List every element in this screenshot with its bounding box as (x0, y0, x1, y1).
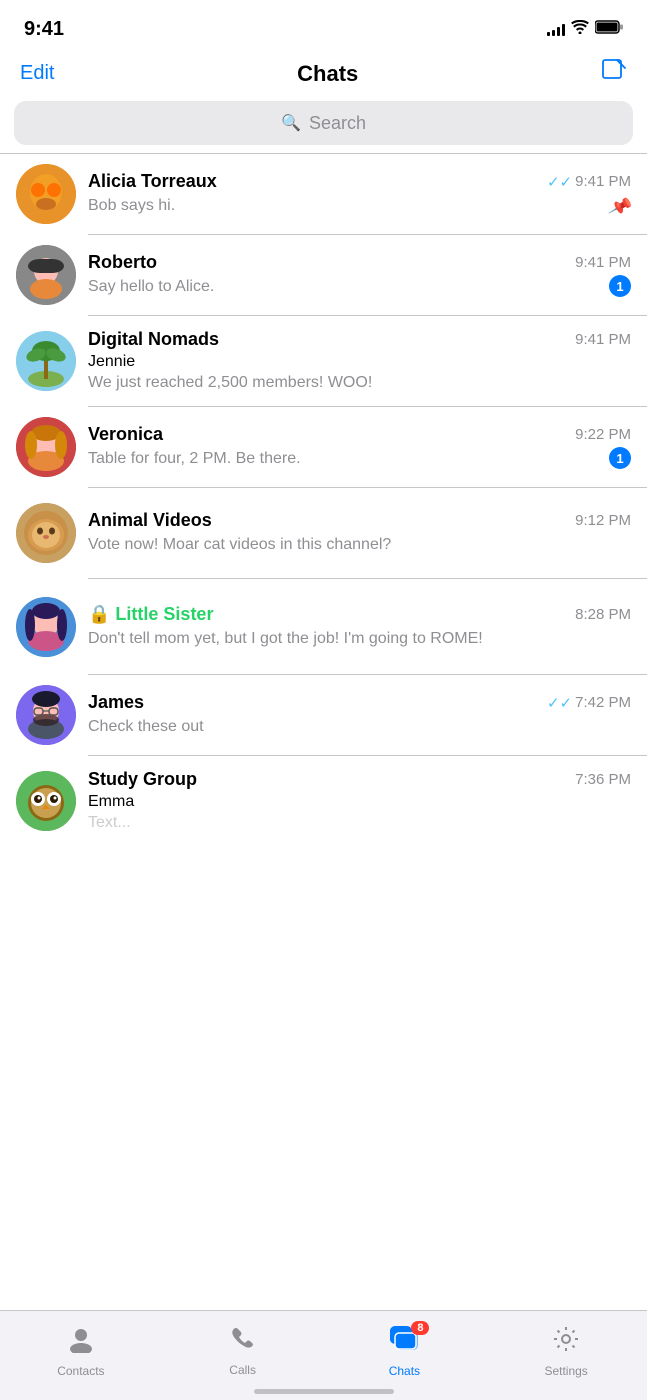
chat-preview: Text... (88, 812, 631, 834)
compose-button[interactable] (601, 58, 627, 89)
header: Edit Chats (0, 52, 647, 101)
search-bar[interactable]: 🔍 Search (14, 101, 633, 145)
chat-name: Animal Videos (88, 510, 212, 531)
search-icon: 🔍 (281, 113, 301, 133)
chat-time: ✓✓ 9:41 PM (547, 173, 631, 191)
chat-preview: We just reached 2,500 members! WOO! (88, 372, 631, 394)
chat-time: 9:41 PM (575, 331, 631, 348)
chat-preview: Say hello to Alice. (88, 276, 631, 298)
chat-content: Digital Nomads 9:41 PM Jennie We just re… (88, 329, 631, 394)
unread-badge: 1 (609, 447, 631, 469)
chat-time: ✓✓ 7:42 PM (547, 694, 631, 712)
chat-content: James ✓✓ 7:42 PM Check these out (88, 692, 631, 738)
chat-sender: Emma (88, 793, 631, 811)
tab-calls[interactable]: Calls (162, 1311, 324, 1384)
tab-contacts-label: Contacts (57, 1364, 104, 1378)
chat-header: Veronica 9:22 PM (88, 424, 631, 445)
chat-time: 9:41 PM (575, 254, 631, 271)
chat-preview: Table for four, 2 PM. Be there. (88, 448, 631, 470)
chat-header: Study Group 7:36 PM (88, 769, 631, 790)
chat-header: James ✓✓ 7:42 PM (88, 692, 631, 713)
avatar (16, 685, 76, 745)
avatar (16, 164, 76, 224)
chat-name: Digital Nomads (88, 329, 219, 350)
search-placeholder: Search (309, 113, 366, 134)
chat-preview: Vote now! Moar cat videos in this channe… (88, 534, 631, 556)
chat-header: 🔒 Little Sister 8:28 PM (88, 604, 631, 625)
avatar (16, 771, 76, 831)
list-item[interactable]: Veronica 9:22 PM Table for four, 2 PM. B… (0, 407, 647, 487)
chat-list: Alicia Torreaux ✓✓ 9:41 PM Bob says hi. … (0, 154, 647, 846)
read-receipt-icon: ✓✓ (547, 694, 572, 712)
chat-name: Roberto (88, 252, 157, 273)
tab-settings[interactable]: Settings (485, 1311, 647, 1384)
chats-icon-wrap: 8 (389, 1325, 419, 1360)
chat-preview: Bob says hi. (88, 195, 631, 217)
chat-content: Alicia Torreaux ✓✓ 9:41 PM Bob says hi. (88, 171, 631, 217)
list-item[interactable]: Study Group 7:36 PM Emma Text... (0, 756, 647, 846)
chat-header: Alicia Torreaux ✓✓ 9:41 PM (88, 171, 631, 192)
chat-content: Study Group 7:36 PM Emma Text... (88, 769, 631, 834)
list-item[interactable]: Roberto 9:41 PM Say hello to Alice. 1 (0, 235, 647, 315)
chat-time: 9:12 PM (575, 512, 631, 529)
avatar (16, 503, 76, 563)
chat-header: Roberto 9:41 PM (88, 252, 631, 273)
status-bar: 9:41 (0, 0, 647, 52)
list-item[interactable]: James ✓✓ 7:42 PM Check these out (0, 675, 647, 755)
status-icons (547, 20, 623, 39)
chat-header: Digital Nomads 9:41 PM (88, 329, 631, 350)
chat-content: 🔒 Little Sister 8:28 PM Don't tell mom y… (88, 604, 631, 650)
chats-badge: 8 (411, 1321, 429, 1335)
contacts-icon (67, 1325, 95, 1360)
chat-content: Animal Videos 9:12 PM Vote now! Moar cat… (88, 510, 631, 556)
settings-icon (552, 1325, 580, 1360)
chat-content: Roberto 9:41 PM Say hello to Alice. (88, 252, 631, 298)
list-item[interactable]: Alicia Torreaux ✓✓ 9:41 PM Bob says hi. … (0, 154, 647, 234)
tab-chats[interactable]: 8 Chats (324, 1311, 486, 1384)
signal-icon (547, 22, 565, 36)
tab-chats-label: Chats (389, 1364, 420, 1378)
chat-name: 🔒 Little Sister (88, 604, 213, 625)
battery-icon (595, 20, 623, 39)
chat-name: Study Group (88, 769, 197, 790)
unread-badge: 1 (609, 275, 631, 297)
list-item[interactable]: Digital Nomads 9:41 PM Jennie We just re… (0, 316, 647, 406)
tab-settings-label: Settings (544, 1364, 587, 1378)
wifi-icon (571, 20, 589, 39)
lock-icon: 🔒 (88, 604, 110, 624)
calls-icon (230, 1326, 256, 1359)
avatar (16, 597, 76, 657)
tab-calls-label: Calls (229, 1363, 256, 1377)
avatar (16, 245, 76, 305)
read-receipt-icon: ✓✓ (547, 173, 572, 191)
chat-time: 8:28 PM (575, 606, 631, 623)
edit-button[interactable]: Edit (20, 62, 54, 85)
chat-preview: Check these out (88, 716, 631, 738)
avatar (16, 331, 76, 391)
list-item[interactable]: Animal Videos 9:12 PM Vote now! Moar cat… (0, 488, 647, 578)
tab-bar: Contacts Calls 8 Chats (0, 1310, 647, 1400)
chat-content: Veronica 9:22 PM Table for four, 2 PM. B… (88, 424, 631, 470)
chat-name: James (88, 692, 144, 713)
chat-time: 7:36 PM (575, 771, 631, 788)
chat-sender: Jennie (88, 353, 631, 371)
list-item[interactable]: 🔒 Little Sister 8:28 PM Don't tell mom y… (0, 579, 647, 674)
chat-preview: Don't tell mom yet, but I got the job! I… (88, 628, 631, 650)
status-time: 9:41 (24, 18, 64, 41)
home-indicator (254, 1389, 394, 1394)
page-title: Chats (297, 61, 358, 87)
chat-name: Veronica (88, 424, 163, 445)
chat-time: 9:22 PM (575, 426, 631, 443)
tab-contacts[interactable]: Contacts (0, 1311, 162, 1384)
avatar (16, 417, 76, 477)
chat-header: Animal Videos 9:12 PM (88, 510, 631, 531)
chat-name: Alicia Torreaux (88, 171, 217, 192)
